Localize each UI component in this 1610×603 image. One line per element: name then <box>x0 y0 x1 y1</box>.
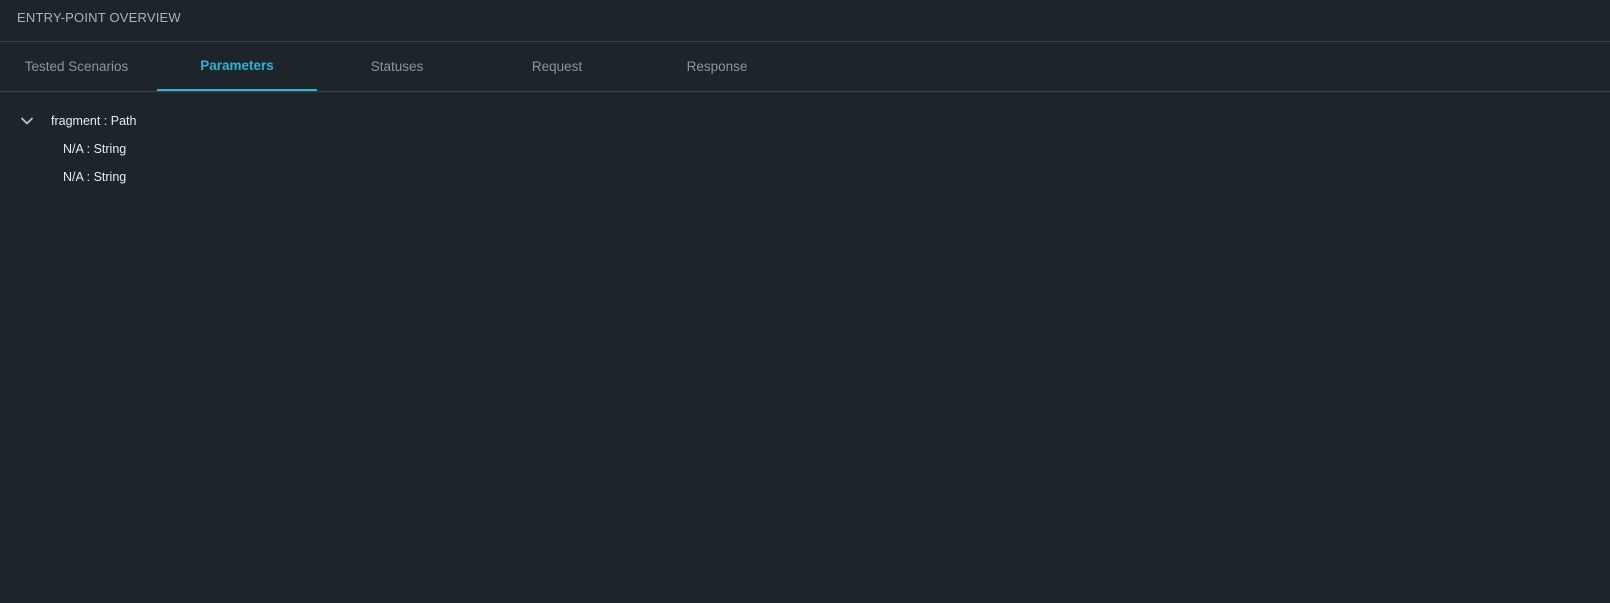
parameters-tree: fragment : Path N/A : String N/A : Strin… <box>0 92 1610 191</box>
tab-statuses[interactable]: Statuses <box>317 42 477 91</box>
tree-child-label: N/A : String <box>63 170 127 184</box>
chevron-down-icon[interactable] <box>20 114 34 128</box>
entry-point-overview-panel: ENTRY-POINT OVERVIEW Tested Scenarios Pa… <box>0 0 1610 603</box>
tree-node-label: fragment : Path <box>51 114 137 128</box>
tree-child-item: N/A : String <box>0 163 1610 191</box>
tab-response[interactable]: Response <box>637 42 797 91</box>
tree-child-item: N/A : String <box>0 135 1610 163</box>
tab-bar: Tested Scenarios Parameters Statuses Req… <box>0 42 1610 92</box>
tab-request[interactable]: Request <box>477 42 637 91</box>
panel-header: ENTRY-POINT OVERVIEW <box>0 0 1610 42</box>
panel-title: ENTRY-POINT OVERVIEW <box>17 10 181 25</box>
tab-tested-scenarios[interactable]: Tested Scenarios <box>0 42 153 91</box>
tree-child-label: N/A : String <box>63 142 127 156</box>
tree-node-fragment[interactable]: fragment : Path <box>0 107 1610 135</box>
tab-parameters[interactable]: Parameters <box>157 42 317 91</box>
